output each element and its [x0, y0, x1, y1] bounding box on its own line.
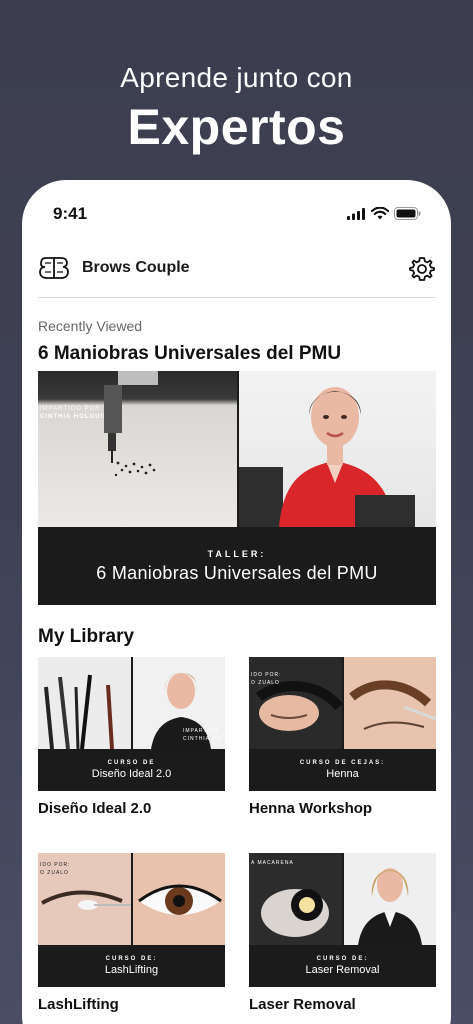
thumb-title: LashLifting — [104, 964, 159, 976]
thumb-kicker: CURSO DE CEJAS: — [299, 760, 386, 766]
instructor-illustration — [239, 387, 415, 527]
course-image-needle: IMPARTIDO POR: CINTHIA HOLGUIN — [38, 371, 237, 527]
recent-course-card[interactable]: IMPARTIDO POR: CINTHIA HOLGUIN TALLER: 6… — [38, 371, 436, 605]
treatment-image: IDO POR: O ZUALO — [249, 657, 342, 749]
thumb-title: Diseño Ideal 2.0 — [91, 768, 172, 780]
brow-closeup-image — [344, 657, 436, 749]
instructor-caption: IMPARTIDO CINTHIA HO — [183, 728, 222, 742]
library-item-name[interactable]: Diseño Ideal 2.0 — [38, 800, 225, 817]
recent-course-title[interactable]: 6 Maniobras Universales del PMU — [38, 343, 341, 365]
band-title: 6 Maniobras Universales del PMU — [96, 563, 378, 583]
instructor-photo — [239, 371, 436, 527]
laser-treatment-image: A MACARENA — [249, 853, 342, 945]
recent-card-band: TALLER: 6 Maniobras Universales del PMU — [38, 527, 436, 605]
my-library-title: My Library — [38, 626, 135, 647]
hero-title: Expertos — [127, 99, 346, 155]
library-item-diseno[interactable]: IMPARTIDO CINTHIA HO CURSO DE Diseño Idea… — [38, 657, 225, 817]
brushes-image — [38, 657, 131, 749]
library-thumb: IDO POR: O ZUALO CURSO DE CEJAS: Henna — [249, 657, 436, 791]
needle-illustration — [104, 371, 158, 477]
library-item-name[interactable]: Henna Workshop — [249, 800, 436, 817]
lash-treatment-image: IDO POR: O ZUALO — [38, 853, 131, 945]
app-name: Brows Couple — [82, 259, 190, 276]
bb-logo-icon[interactable] — [39, 256, 69, 280]
thumb-band: CURSO DE Diseño Ideal 2.0 — [38, 749, 225, 791]
library-item-henna[interactable]: IDO POR: O ZUALO CURSO DE CEJAS: Henna He… — [249, 657, 436, 817]
instructor-photo-small — [344, 853, 436, 945]
thumb-band: CURSO DE CEJAS: Henna — [249, 749, 436, 791]
battery-icon — [394, 207, 421, 220]
library-item-name[interactable]: LashLifting — [38, 996, 225, 1013]
library-thumb: A MACARENA CURSO DE: Laser Removal — [249, 853, 436, 987]
eye-closeup-image — [133, 853, 225, 945]
instructor-caption: IDO POR: O ZUALO — [40, 862, 71, 876]
thumb-kicker: CURSO DE — [107, 760, 156, 766]
library-thumb: IMPARTIDO CINTHIA HO CURSO DE Diseño Idea… — [38, 657, 225, 791]
signal-icon — [347, 207, 365, 220]
gear-icon[interactable] — [408, 255, 436, 283]
instructor-caption: A MACARENA — [251, 860, 294, 866]
library-item-lashlifting[interactable]: IDO POR: O ZUALO CURSO DE: LashLifting La… — [38, 853, 225, 1013]
thumb-title: Henna — [326, 768, 359, 780]
status-icons — [347, 207, 421, 220]
thumb-kicker: CURSO DE: — [105, 956, 158, 962]
library-thumb: IDO POR: O ZUALO CURSO DE: LashLifting — [38, 853, 225, 987]
instructor-caption: IDO POR: O ZUALO — [251, 672, 282, 686]
thumb-band: CURSO DE: Laser Removal — [249, 945, 436, 987]
phone-frame: 9:41 Brows Couple Recently Viewed 6 Mani… — [22, 180, 451, 1024]
thumb-title: Laser Removal — [305, 964, 380, 976]
app-header: Brows Couple — [38, 246, 436, 298]
library-item-laser[interactable]: A MACARENA CURSO DE: Laser Removal Laser… — [249, 853, 436, 1013]
thumb-band: CURSO DE: LashLifting — [38, 945, 225, 987]
band-kicker: TALLER: — [207, 549, 267, 559]
instructor-photo-small: IMPARTIDO CINTHIA HO — [133, 657, 225, 749]
wifi-icon — [371, 207, 389, 220]
recently-viewed-label: Recently Viewed — [38, 318, 143, 334]
status-bar: 9:41 — [22, 180, 451, 244]
hero-subtitle: Aprende junto con — [120, 62, 353, 93]
status-time: 9:41 — [53, 204, 88, 223]
thumb-kicker: CURSO DE: — [316, 956, 369, 962]
library-item-name[interactable]: Laser Removal — [249, 996, 436, 1013]
